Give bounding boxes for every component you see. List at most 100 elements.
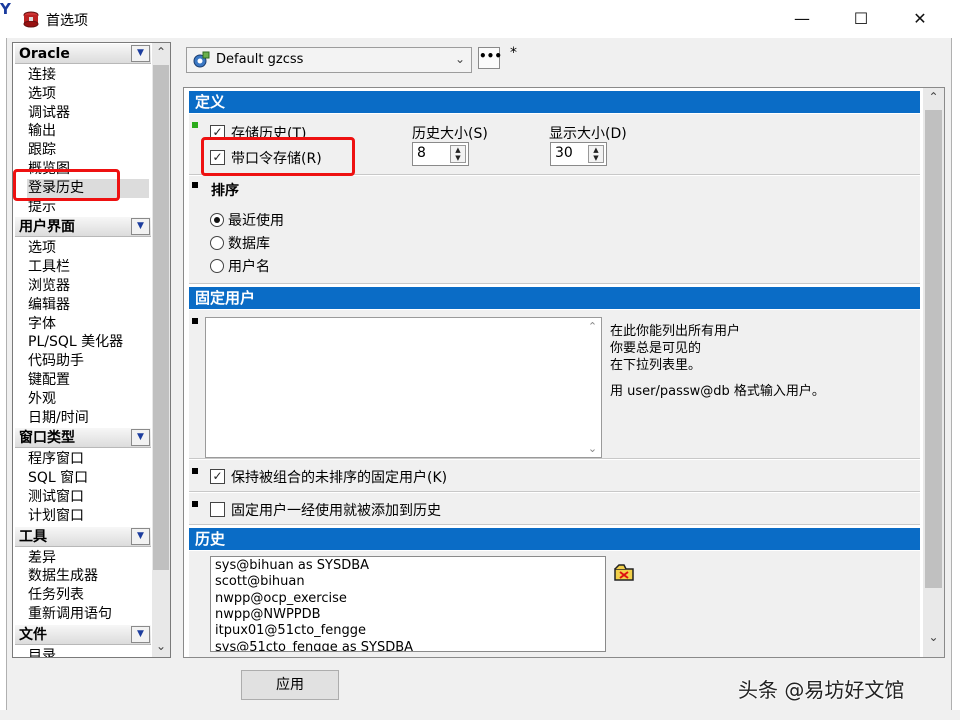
nav-item[interactable]: 重新调用语句 — [27, 605, 149, 624]
nav-category-0[interactable]: Oracle ▼ — [15, 44, 151, 64]
section-header-history: 历史 — [189, 528, 920, 550]
bottom-strip — [0, 710, 960, 720]
add-to-history-checkbox[interactable] — [210, 502, 225, 517]
profile-select[interactable]: Default gzcss ⌄ — [186, 47, 472, 73]
nav-item[interactable]: 调试器 — [27, 104, 149, 123]
section-header-definition: 定义 — [189, 91, 920, 113]
nav-item[interactable]: 差异 — [27, 549, 149, 568]
nav-item[interactable]: 字体 — [27, 315, 149, 334]
spin-down-icon[interactable]: ▼ — [451, 154, 465, 162]
profile-value: Default gzcss — [216, 52, 304, 67]
row-marker — [192, 501, 198, 507]
history-size-spin-buttons[interactable]: ▲ ▼ — [450, 145, 466, 163]
nav-category-1[interactable]: 用户界面 ▼ — [15, 217, 151, 238]
spin-up-icon[interactable]: ▲ — [589, 146, 603, 154]
profile-options-button[interactable]: ••• — [478, 47, 502, 69]
nav-category-label: 窗口类型 — [19, 430, 75, 447]
settings-scrollbar[interactable]: ⌃ ⌄ — [923, 88, 944, 657]
nav-item[interactable]: 连接 — [27, 66, 149, 85]
history-entry[interactable]: nwpp@ocp_exercise — [215, 591, 347, 606]
sort-username-radio[interactable] — [210, 259, 224, 273]
nav-item[interactable]: 计划窗口 — [27, 507, 149, 526]
settings-scroll-up-icon[interactable]: ⌃ — [923, 90, 944, 104]
display-size-stepper[interactable]: 30 ▲ ▼ — [550, 142, 607, 166]
sort-label: 排序 — [211, 183, 239, 199]
fixed-users-textarea[interactable]: ⌃ ⌄ — [205, 317, 602, 458]
settings-panel: 定义 ✓ 存储历史(T) ✓ 带口令存储(R) 历史大小(S) 8 ▲ ▼ 显示大… — [183, 87, 945, 658]
sort-username-label: 用户名 — [228, 259, 270, 275]
sort-recent-radio[interactable] — [210, 213, 224, 227]
nav-item[interactable]: 选项 — [27, 239, 149, 258]
history-entry[interactable]: sys@51cto_fengge as SYSDBA — [215, 640, 413, 652]
nav-item[interactable]: 键配置 — [27, 371, 149, 390]
nav-item[interactable]: 工具栏 — [27, 258, 149, 277]
nav-item[interactable]: 浏览器 — [27, 277, 149, 296]
nav-category-4[interactable]: 文件 ▼ — [15, 624, 151, 645]
nav-item[interactable]: 跟踪 — [27, 141, 149, 160]
chevron-down-icon[interactable]: ▼ — [131, 429, 150, 447]
row-marker — [192, 318, 198, 324]
nav-category-label: 工具 — [19, 528, 47, 545]
nav-item[interactable]: SQL 窗口 — [27, 469, 149, 488]
nav-item[interactable]: 日期/时间 — [27, 409, 149, 428]
nav-item[interactable]: 输出 — [27, 122, 149, 141]
settings-scroll-down-icon[interactable]: ⌄ — [923, 630, 944, 644]
nav-category-2[interactable]: 窗口类型 ▼ — [15, 428, 151, 449]
nav-item[interactable]: 编辑器 — [27, 296, 149, 315]
fixed-users-format-hint: 用 user/passw@db 格式输入用户。 — [610, 384, 825, 399]
scroll-up-icon[interactable]: ⌃ — [584, 320, 601, 333]
close-button[interactable]: ✕ — [890, 0, 950, 38]
spin-down-icon[interactable]: ▼ — [589, 154, 603, 162]
row-marker — [192, 122, 198, 128]
minimize-button[interactable]: — — [772, 0, 832, 38]
nav-scrollbar[interactable]: ⌃ ⌄ — [152, 43, 170, 657]
highlight-box-store-password — [201, 137, 355, 176]
chevron-down-icon[interactable]: ▼ — [131, 625, 150, 643]
background-window-edge: Y — [0, 0, 11, 18]
add-to-history-row: 固定用户一经使用就被添加到历史 — [189, 493, 920, 525]
clear-history-icon[interactable] — [614, 563, 636, 581]
chevron-down-icon[interactable]: ▼ — [131, 218, 150, 236]
maximize-button[interactable]: ☐ — [831, 0, 891, 38]
nav-item[interactable]: 程序窗口 — [27, 450, 149, 469]
keep-unsorted-checkbox[interactable]: ✓ — [210, 469, 225, 484]
history-entry[interactable]: sys@bihuan as SYSDBA — [215, 558, 369, 573]
chevron-down-icon[interactable]: ▼ — [131, 527, 150, 545]
history-size-stepper[interactable]: 8 ▲ ▼ — [412, 142, 469, 166]
nav-category-label: 文件 — [19, 626, 47, 643]
nav-item[interactable]: 数据生成器 — [27, 567, 149, 586]
history-list[interactable]: sys@bihuan as SYSDBA scott@bihuan nwpp@ocp… — [210, 556, 606, 652]
highlight-box-login-history — [13, 169, 120, 201]
history-entry[interactable]: nwpp@NWPPDB — [215, 607, 321, 622]
spin-up-icon[interactable]: ▲ — [451, 146, 465, 154]
sort-database-radio[interactable] — [210, 236, 224, 250]
profile-gear-icon — [193, 51, 210, 68]
fixed-users-row: ⌃ ⌄ 在此你能列出所有用户 你要总是可见的 在下拉列表里。 用 user/pa… — [189, 310, 920, 459]
row-marker — [192, 182, 198, 188]
nav-scroll-down-icon[interactable]: ⌄ — [152, 637, 170, 655]
nav-item[interactable]: PL/SQL 美化器 — [27, 333, 149, 352]
history-entry[interactable]: itpux01@51cto_fengge — [215, 623, 366, 638]
nav-item[interactable]: 选项 — [27, 85, 149, 104]
title-bar: 首选项 — ☐ ✕ — [0, 0, 960, 38]
nav-item[interactable]: 外观 — [27, 390, 149, 409]
watermark: 头条 @易坊好文馆 — [738, 678, 905, 702]
definition-row: ✓ 存储历史(T) ✓ 带口令存储(R) 历史大小(S) 8 ▲ ▼ 显示大小(D… — [189, 114, 920, 176]
settings-scroll-thumb[interactable] — [925, 110, 942, 588]
nav-item[interactable]: 测试窗口 — [27, 488, 149, 507]
nav-category-3[interactable]: 工具 ▼ — [15, 526, 151, 547]
nav-scroll-up-icon[interactable]: ⌃ — [152, 43, 170, 61]
nav-item[interactable]: 任务列表 — [27, 586, 149, 605]
apply-button[interactable]: 应用 — [241, 670, 339, 700]
textarea-scrollbar[interactable]: ⌃ ⌄ — [584, 318, 601, 457]
display-size-spin-buttons[interactable]: ▲ ▼ — [588, 145, 604, 163]
keep-unsorted-label: 保持被组合的未排序的固定用户(K) — [231, 470, 448, 486]
history-entry[interactable]: scott@bihuan — [215, 574, 305, 589]
chevron-down-icon[interactable]: ▼ — [131, 45, 150, 62]
nav-item[interactable]: 目录 — [27, 647, 149, 657]
nav-category-label: Oracle — [19, 46, 70, 62]
nav-item[interactable]: 代码助手 — [27, 352, 149, 371]
nav-scroll-thumb[interactable] — [153, 65, 169, 570]
scroll-down-icon[interactable]: ⌄ — [584, 442, 601, 455]
sort-recent-label: 最近使用 — [228, 213, 284, 229]
